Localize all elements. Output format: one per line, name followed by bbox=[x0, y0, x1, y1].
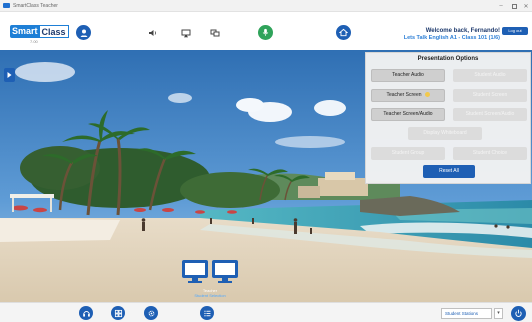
header: Smart Class 7.00 Welcome back, Fernando!… bbox=[0, 12, 532, 50]
headphones-icon bbox=[82, 310, 90, 317]
student-screen-button[interactable]: Student Screen bbox=[453, 89, 527, 102]
chevron-right-icon bbox=[7, 72, 12, 78]
student-group-button[interactable]: Student Group bbox=[371, 147, 445, 160]
student-audio-button[interactable]: Student Audio bbox=[453, 69, 527, 82]
version-label: 7.00 bbox=[30, 39, 38, 44]
student-choice-button[interactable]: Student Choice bbox=[453, 147, 527, 160]
home-button[interactable] bbox=[336, 25, 351, 40]
display-whiteboard-button[interactable]: Display Whiteboard bbox=[408, 127, 482, 140]
students-icon bbox=[80, 29, 87, 37]
monitor-icon[interactable] bbox=[180, 27, 192, 39]
teacher-screen-audio-label: Teacher Screen/Audio bbox=[383, 111, 433, 117]
teacher-screen-audio-button[interactable]: Teacher Screen/Audio bbox=[371, 108, 445, 121]
home-icon bbox=[339, 28, 348, 37]
logo-smart-text: Smart bbox=[10, 25, 40, 38]
power-icon bbox=[515, 309, 522, 317]
welcome-block: Welcome back, Fernando! Lets Talk Englis… bbox=[404, 28, 500, 41]
teacher-station[interactable]: Teacher Student Selection bbox=[178, 258, 242, 302]
headphones-button[interactable] bbox=[79, 306, 93, 320]
smartclass-logo: Smart Class bbox=[10, 25, 69, 38]
panel-title: Presentation Options bbox=[417, 56, 479, 62]
list-icon bbox=[203, 310, 210, 316]
student-screen-audio-button[interactable]: Student Screen/Audio bbox=[453, 108, 527, 121]
grid-icon bbox=[114, 309, 122, 317]
dual-monitor-icon bbox=[182, 260, 238, 283]
microphone-icon bbox=[262, 28, 269, 36]
student-group-label: Student Group bbox=[391, 150, 425, 156]
student-stations-select[interactable]: Student Stations bbox=[441, 308, 492, 319]
maximize-icon[interactable] bbox=[509, 2, 519, 10]
student-choice-label: Student Choice bbox=[472, 150, 508, 156]
screens-icon[interactable] bbox=[209, 27, 221, 39]
reset-all-button[interactable]: Reset All bbox=[423, 165, 475, 178]
teacher-screen-label: Teacher Screen bbox=[386, 92, 422, 98]
teacher-screen-button[interactable]: Teacher Screen bbox=[371, 89, 445, 102]
display-whiteboard-label: Display Whiteboard bbox=[423, 130, 467, 136]
student-screen-label: Student Screen bbox=[472, 92, 508, 98]
welcome-text: Welcome back, Fernando! bbox=[425, 28, 500, 34]
microphone-button[interactable] bbox=[258, 25, 273, 40]
title-bar: SmartClass Teacher – ✕ bbox=[0, 0, 532, 12]
class-info-text: Lets Talk English A1 - Class 101 (1/6) bbox=[403, 35, 500, 41]
sidebar-toggle-button[interactable] bbox=[4, 68, 15, 82]
teacher-sublabel: Student Selection bbox=[194, 293, 226, 298]
student-screen-audio-label: Student Screen/Audio bbox=[465, 111, 515, 117]
chevron-down-icon[interactable]: ▾ bbox=[494, 308, 503, 319]
app-icon bbox=[3, 3, 10, 8]
lightbulb-icon bbox=[424, 92, 430, 98]
window-title: SmartClass Teacher bbox=[13, 2, 58, 9]
bottom-toolbar: Student Stations ▾ bbox=[0, 302, 532, 322]
gear-icon bbox=[148, 310, 154, 316]
students-button[interactable] bbox=[76, 25, 91, 40]
minimize-icon[interactable]: – bbox=[496, 2, 506, 10]
grid-button[interactable] bbox=[111, 306, 125, 320]
list-button[interactable] bbox=[200, 306, 214, 320]
teacher-audio-label: Teacher Audio bbox=[392, 72, 424, 78]
presentation-options-panel: Presentation Options Teacher Audio Stude… bbox=[365, 52, 531, 184]
logout-button[interactable]: Log out bbox=[502, 27, 528, 35]
volume-icon[interactable] bbox=[147, 27, 159, 39]
power-button[interactable] bbox=[511, 306, 526, 321]
logo-class-text: Class bbox=[39, 25, 69, 38]
teacher-audio-button[interactable]: Teacher Audio bbox=[371, 69, 445, 82]
settings-button[interactable] bbox=[144, 306, 158, 320]
close-icon[interactable]: ✕ bbox=[521, 2, 531, 10]
student-audio-label: Student Audio bbox=[474, 72, 506, 78]
